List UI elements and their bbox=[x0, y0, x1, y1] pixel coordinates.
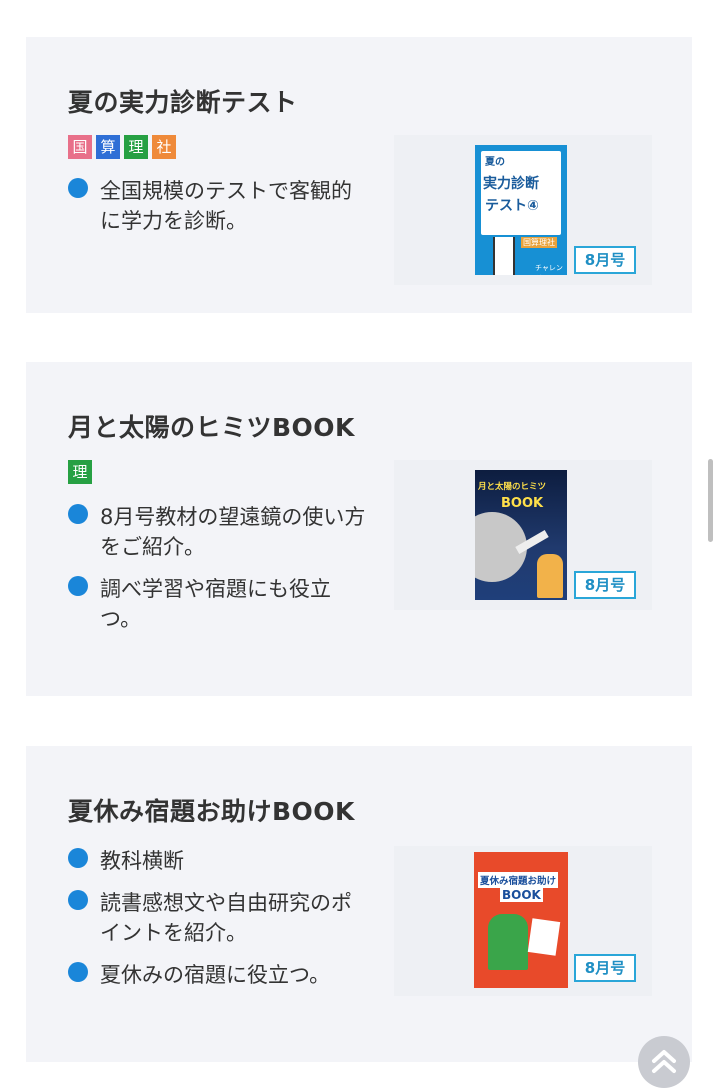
feature-list: 8月号教材の望遠鏡の使い方をご紹介。 調べ学習や宿題にも役立つ。 bbox=[68, 502, 368, 646]
cover-image: 夏休み宿題お助け BOOK bbox=[474, 852, 568, 988]
cover-image: 夏の 実力診断 テスト④ 国算理社 チャレンジ bbox=[475, 145, 567, 275]
card-title: 月と太陽のヒミツBOOK bbox=[68, 413, 355, 442]
feature-text: 教科横断 bbox=[100, 849, 184, 873]
feature-item: 8月号教材の望遠鏡の使い方をご紹介。 bbox=[68, 502, 368, 562]
bullet-dot-icon bbox=[68, 504, 88, 524]
character-icon bbox=[537, 554, 563, 598]
cover-title-2: 実力診断 bbox=[483, 176, 539, 192]
bullet-dot-icon bbox=[68, 890, 88, 910]
cover-title-1: 夏休み宿題お助け bbox=[478, 872, 559, 888]
feature-item: 全国規模のテストで客観的に学力を診断。 bbox=[68, 176, 368, 236]
pencil-icon bbox=[493, 237, 515, 275]
product-thumbnail: 夏休み宿題お助け BOOK 8月号 bbox=[394, 846, 652, 996]
feature-item: 教科横断 bbox=[68, 846, 368, 876]
feature-list: 教科横断 読書感想文や自由研究のポイントを紹介。 夏休みの宿題に役立つ。 bbox=[68, 846, 368, 1002]
cover-title-1: 夏の bbox=[485, 157, 505, 168]
cover-brand: チャレンジ bbox=[535, 264, 563, 275]
cover-title-2: BOOK bbox=[500, 888, 543, 902]
subject-tags: 国 算 理 社 bbox=[68, 135, 176, 159]
subject-tag-japanese: 国 bbox=[68, 135, 92, 159]
feature-text: 夏休みの宿題に役立つ。 bbox=[100, 963, 331, 987]
feature-text: 全国規模のテストで客観的に学力を診断。 bbox=[100, 179, 352, 233]
issue-badge: 8月号 bbox=[574, 954, 636, 982]
subject-tags: 理 bbox=[68, 460, 92, 484]
bullet-dot-icon bbox=[68, 576, 88, 596]
issue-badge: 8月号 bbox=[574, 246, 636, 274]
subject-tag-social: 社 bbox=[152, 135, 176, 159]
product-thumbnail: 月と太陽のヒミツ BOOK 8月号 bbox=[394, 460, 652, 610]
cover-title-1: 月と太陽のヒミツ bbox=[478, 482, 547, 492]
product-thumbnail: 夏の 実力診断 テスト④ 国算理社 チャレンジ 8月号 bbox=[394, 135, 652, 285]
cover-subjects: 国算理社 bbox=[521, 237, 557, 248]
scrollbar[interactable] bbox=[708, 459, 713, 542]
scroll-to-top-button[interactable] bbox=[638, 1036, 690, 1088]
cover-title-3: テスト④ bbox=[485, 198, 539, 214]
feature-text: 調べ学習や宿題にも役立つ。 bbox=[100, 577, 331, 631]
feature-list: 全国規模のテストで客観的に学力を診断。 bbox=[68, 176, 368, 248]
feature-text: 8月号教材の望遠鏡の使い方をご紹介。 bbox=[100, 505, 366, 559]
product-card-homework-book: 夏休み宿題お助けBOOK 教科横断 読書感想文や自由研究のポイントを紹介。 夏休… bbox=[26, 746, 692, 1062]
subject-tag-science: 理 bbox=[68, 460, 92, 484]
bullet-dot-icon bbox=[68, 178, 88, 198]
feature-item: 夏休みの宿題に役立つ。 bbox=[68, 960, 368, 990]
card-title: 夏休み宿題お助けBOOK bbox=[68, 797, 355, 826]
bullet-dot-icon bbox=[68, 848, 88, 868]
notebook-icon bbox=[527, 918, 561, 956]
product-card-moon-sun-book: 月と太陽のヒミツBOOK 理 8月号教材の望遠鏡の使い方をご紹介。 調べ学習や宿… bbox=[26, 362, 692, 696]
double-chevron-up-icon bbox=[652, 1050, 676, 1073]
product-card-summer-test: 夏の実力診断テスト 国 算 理 社 全国規模のテストで客観的に学力を診断。 夏の… bbox=[26, 37, 692, 313]
feature-item: 読書感想文や自由研究のポイントを紹介。 bbox=[68, 888, 368, 948]
character-icon bbox=[488, 914, 528, 970]
bullet-dot-icon bbox=[68, 962, 88, 982]
cover-title-2: BOOK bbox=[501, 496, 544, 511]
subject-tag-math: 算 bbox=[96, 135, 120, 159]
issue-badge: 8月号 bbox=[574, 571, 636, 599]
feature-text: 読書感想文や自由研究のポイントを紹介。 bbox=[100, 891, 352, 945]
feature-item: 調べ学習や宿題にも役立つ。 bbox=[68, 574, 368, 634]
cover-image: 月と太陽のヒミツ BOOK bbox=[475, 470, 567, 600]
card-title: 夏の実力診断テスト bbox=[68, 88, 298, 117]
subject-tag-science: 理 bbox=[124, 135, 148, 159]
